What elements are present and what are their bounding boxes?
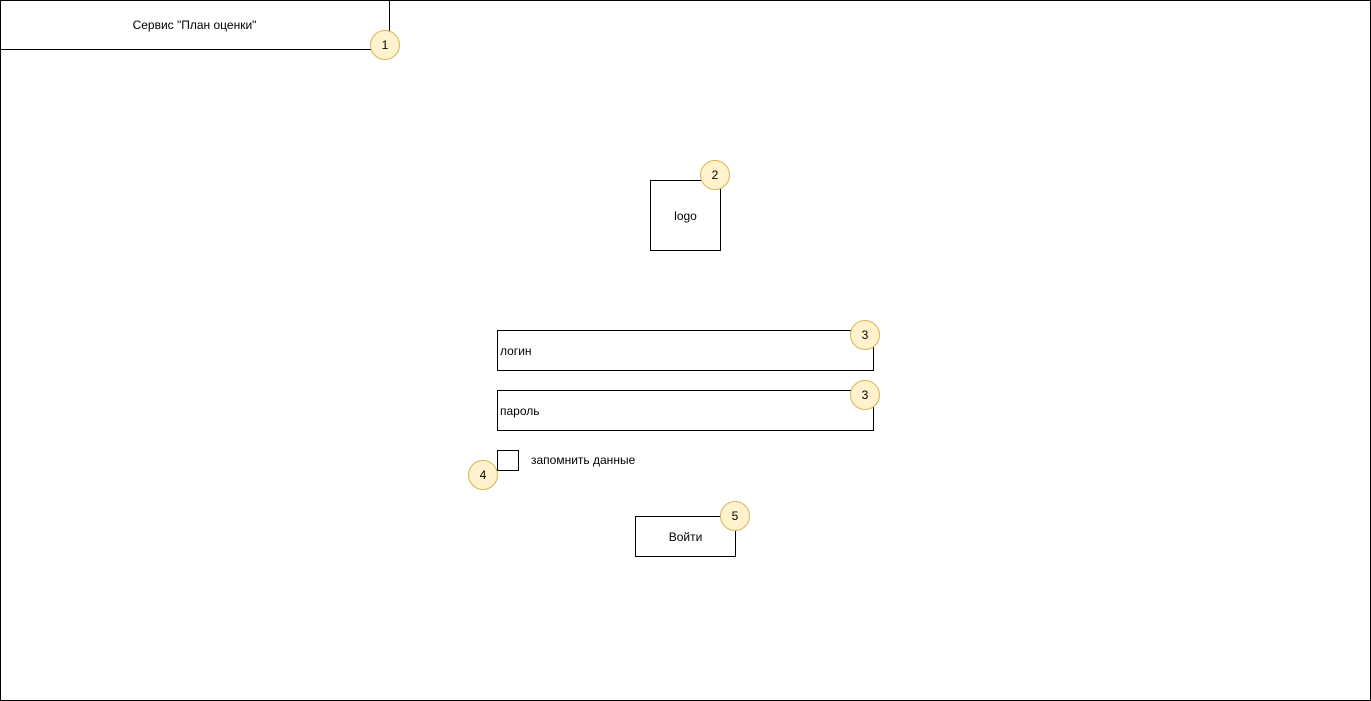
annotation-marker-header: 1: [370, 30, 400, 60]
annotation-marker-remember: 4: [468, 460, 498, 490]
logo-label: logo: [674, 208, 697, 223]
annotation-marker-number: 1: [381, 38, 389, 52]
annotation-marker-number: 2: [711, 168, 719, 182]
annotation-marker-number: 3: [861, 328, 869, 342]
remember-checkbox[interactable]: [497, 450, 519, 471]
annotation-marker-password: 3: [850, 380, 880, 410]
annotation-marker-logo: 2: [700, 160, 730, 190]
service-title: Сервис "План оценки": [132, 17, 257, 32]
logo: logo: [650, 180, 721, 251]
password-field[interactable]: пароль: [497, 390, 874, 431]
login-button-label: Войти: [668, 529, 703, 544]
annotation-marker-submit: 5: [720, 501, 750, 531]
annotation-marker-number: 3: [861, 388, 869, 402]
password-field-label: пароль: [500, 403, 540, 418]
annotation-marker-number: 5: [731, 509, 739, 523]
login-field[interactable]: логин: [497, 330, 874, 371]
login-field-label: логин: [500, 343, 532, 358]
remember-checkbox-label: запомнить данные: [531, 453, 636, 467]
service-header: Сервис "План оценки": [0, 0, 390, 50]
annotation-marker-login: 3: [850, 320, 880, 350]
annotation-marker-number: 4: [479, 468, 487, 482]
